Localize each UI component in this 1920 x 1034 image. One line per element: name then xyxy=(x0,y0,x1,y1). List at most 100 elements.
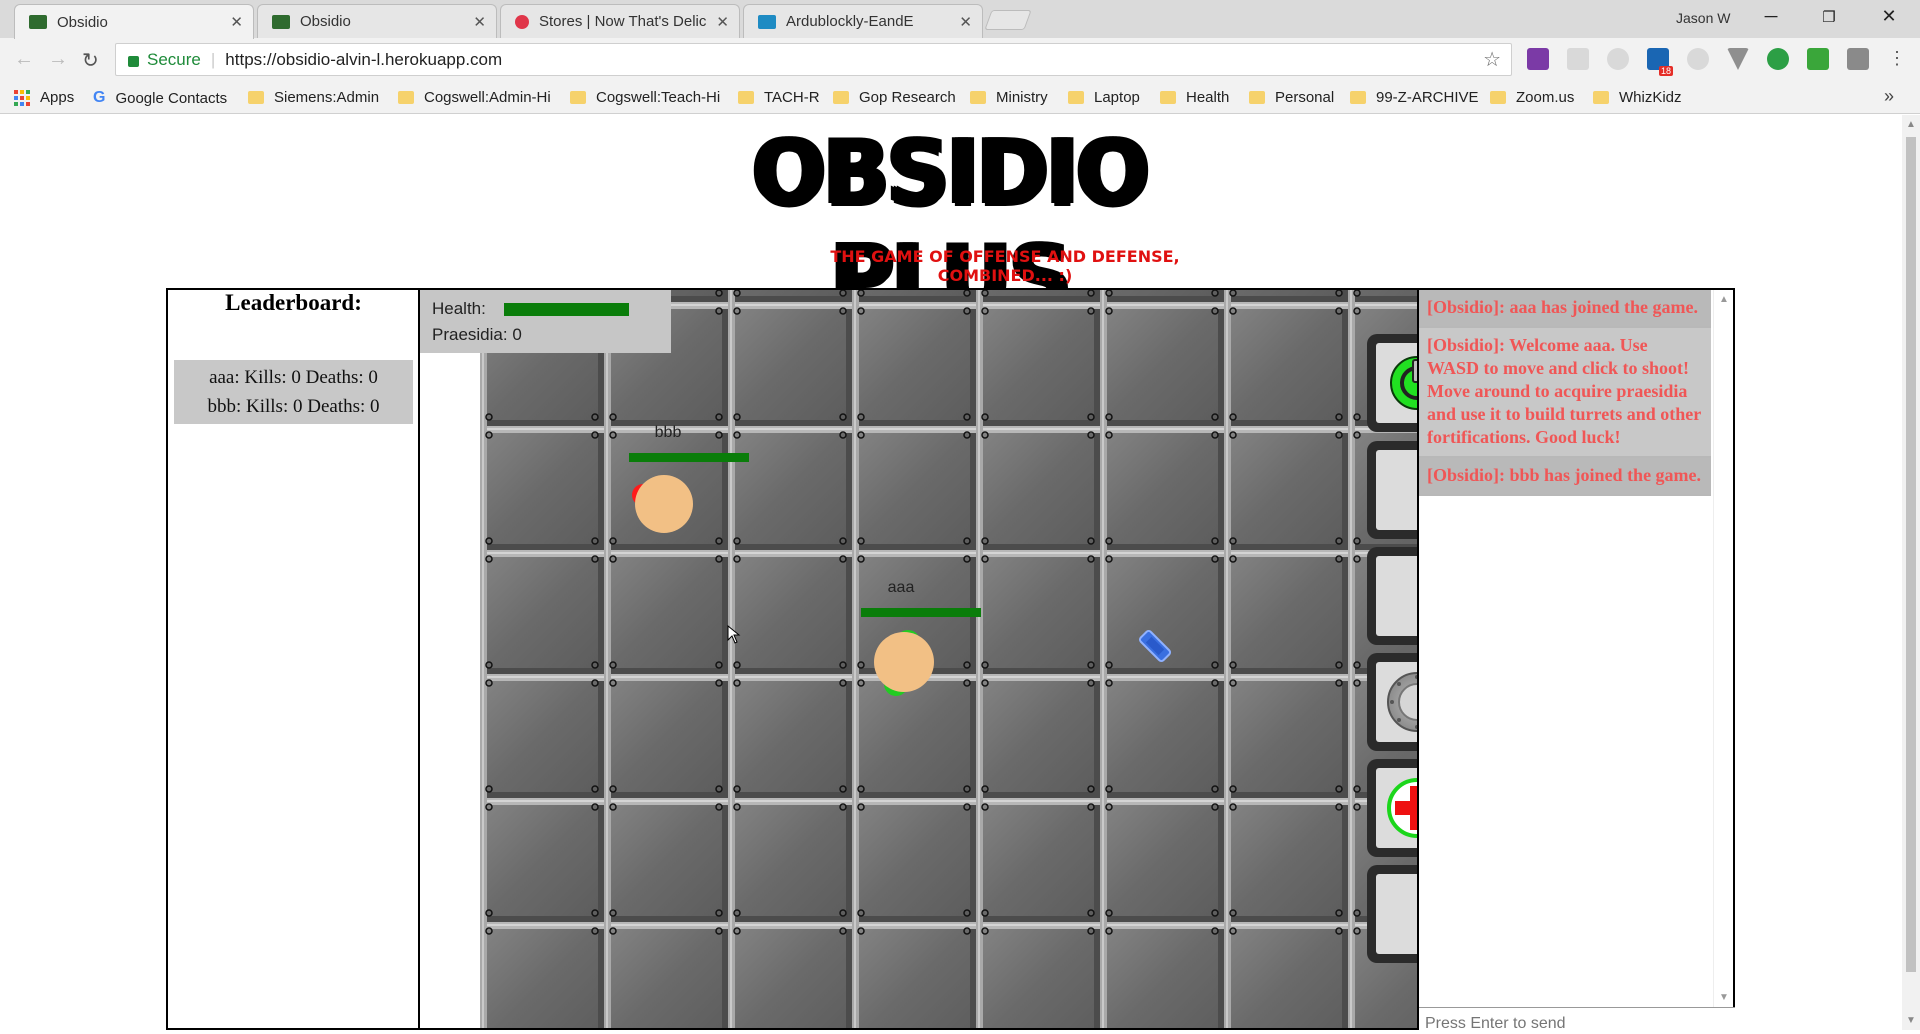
reload-icon[interactable]: ↻ xyxy=(82,48,99,73)
extension-icon[interactable] xyxy=(1567,48,1589,70)
game-subtitle: THE GAME OF OFFENSE AND DEFENSE, COMBINE… xyxy=(830,247,1180,285)
bookmark-label: WhizKidz xyxy=(1619,89,1682,106)
bookmark-folder[interactable]: Cogswell:Admin-Hi xyxy=(398,89,551,106)
folder-icon xyxy=(833,91,849,104)
build-slot-inner xyxy=(1376,450,1417,530)
folder-icon xyxy=(1068,91,1084,104)
build-slot-inner xyxy=(1376,662,1417,742)
ardublockly-favicon-icon xyxy=(758,14,776,29)
page-scrollbar[interactable]: ▲ ▼ xyxy=(1902,115,1920,1030)
chat-message: [Obsidio]: Welcome aaa. Use WASD to move… xyxy=(1419,328,1711,458)
folder-icon xyxy=(570,91,586,104)
bookmark-label: Cogswell:Teach-Hi xyxy=(596,89,721,106)
praesidia-count: Praesidia: 0 xyxy=(432,325,522,344)
build-slot-health[interactable] xyxy=(1367,759,1417,857)
new-tab-button[interactable] xyxy=(984,10,1032,30)
secure-label: Secure xyxy=(147,49,201,69)
bookmark-folder[interactable]: 99-Z-ARCHIVE xyxy=(1350,89,1479,106)
build-slot-empty[interactable] xyxy=(1367,441,1417,539)
scroll-up-icon[interactable]: ▲ xyxy=(1719,294,1729,305)
tab-ardublockly[interactable]: Ardublockly-EandE ✕ xyxy=(743,4,983,38)
obsidio-favicon-icon xyxy=(29,15,47,29)
bookmark-folder[interactable]: Cogswell:Teach-Hi xyxy=(570,89,720,106)
bookmark-apps[interactable]: Apps xyxy=(14,89,74,106)
tab-obsidio[interactable]: Obsidio ✕ xyxy=(257,4,497,38)
leaderboard-panel: Leaderboard: aaa: Kills: 0 Deaths: 0 bbb… xyxy=(166,288,419,1030)
bookmark-label: Google Contacts xyxy=(115,89,228,107)
bookmark-folder[interactable]: Zoom.us xyxy=(1490,89,1574,106)
build-slot-empty[interactable] xyxy=(1367,547,1417,645)
tab-title: Obsidio xyxy=(57,13,108,31)
bookmark-folder[interactable]: Personal xyxy=(1249,89,1334,106)
extension-icon[interactable] xyxy=(1687,48,1709,70)
address-bar[interactable]: Secure | https://obsidio-alvin-l.herokua… xyxy=(115,43,1512,76)
forward-icon[interactable]: → xyxy=(48,48,68,71)
google-icon: G xyxy=(93,89,106,106)
leaderboard-entry: bbb: Kills: 0 Deaths: 0 xyxy=(207,396,380,417)
bookmark-folder[interactable]: Gop Research xyxy=(833,89,956,106)
build-slot-inner xyxy=(1376,874,1417,954)
page-content: OBSIDIO PLUS THE GAME OF OFFENSE AND DEF… xyxy=(0,115,1902,1034)
bookmark-label: Zoom.us xyxy=(1516,89,1575,106)
health-label: Health: xyxy=(432,299,486,318)
evernote-extension-icon[interactable] xyxy=(1767,48,1789,70)
close-tab-icon[interactable]: ✕ xyxy=(473,13,486,31)
folder-icon xyxy=(1490,91,1506,104)
bookmark-folder[interactable]: TACH-R xyxy=(738,89,820,106)
bookmark-folder[interactable]: Laptop xyxy=(1068,89,1140,106)
tab-title: Obsidio xyxy=(300,13,351,30)
linkedin-extension-icon[interactable]: 18 xyxy=(1647,48,1673,76)
tab-stores[interactable]: Stores | Now That's Delic ✕ xyxy=(500,4,740,38)
bookmarks-overflow-icon[interactable]: » xyxy=(1884,86,1894,107)
bookmark-folder[interactable]: WhizKidz xyxy=(1593,89,1682,106)
onenote-extension-icon[interactable] xyxy=(1527,48,1549,70)
bookmark-label: TACH-R xyxy=(764,89,820,106)
apps-grid-icon xyxy=(14,89,30,106)
minimize-icon[interactable]: ─ xyxy=(1756,6,1786,27)
folder-icon xyxy=(398,91,414,104)
extension-icon[interactable] xyxy=(1607,48,1629,70)
bookmark-label: Health xyxy=(1186,89,1230,106)
bookmark-label: 99-Z-ARCHIVE xyxy=(1376,89,1479,106)
close-tab-icon[interactable]: ✕ xyxy=(716,13,729,31)
profile-name[interactable]: Jason W xyxy=(1676,10,1730,26)
build-slot-turret[interactable] xyxy=(1367,653,1417,751)
cors-extension-icon[interactable] xyxy=(1807,48,1829,70)
obsidio-favicon-icon xyxy=(272,14,290,29)
menu-icon[interactable]: ⋮ xyxy=(1888,48,1906,69)
bookmark-folder[interactable]: Siemens:Admin xyxy=(248,89,379,106)
restore-icon[interactable]: ❐ xyxy=(1814,8,1844,26)
back-icon[interactable]: ← xyxy=(14,48,34,71)
leaderboard-entry: aaa: Kills: 0 Deaths: 0 xyxy=(209,367,378,388)
tab-title: Stores | Now That's Delic xyxy=(539,13,707,30)
bookmark-folder[interactable]: Health xyxy=(1160,89,1229,106)
leaderboard-title: Leaderboard: xyxy=(225,290,362,315)
bookmark-star-icon[interactable]: ☆ xyxy=(1483,47,1501,72)
power-button-icon xyxy=(1390,356,1417,410)
folder-icon xyxy=(1249,91,1265,104)
leaderboard-list: aaa: Kills: 0 Deaths: 0 bbb: Kills: 0 De… xyxy=(174,360,413,424)
scroll-down-icon[interactable]: ▼ xyxy=(1719,992,1729,1003)
tab-obsidio-active[interactable]: Obsidio ✕ xyxy=(14,4,254,39)
player-hud: Health: Praesidia: 0 xyxy=(420,290,671,353)
scroll-up-icon[interactable]: ▲ xyxy=(1906,119,1916,130)
scroll-down-icon[interactable]: ▼ xyxy=(1906,1015,1916,1026)
bookmark-folder[interactable]: Ministry xyxy=(970,89,1048,106)
player-bbb-avatar xyxy=(632,475,693,533)
extension-icon[interactable] xyxy=(1847,48,1869,70)
game-arena[interactable]: bbb aaa xyxy=(480,290,1417,1028)
close-tab-icon[interactable]: ✕ xyxy=(230,13,243,31)
build-slot-power[interactable] xyxy=(1367,334,1417,432)
close-tab-icon[interactable]: ✕ xyxy=(959,13,972,31)
turret-gear-icon xyxy=(1387,672,1417,732)
build-slot-empty[interactable] xyxy=(1367,865,1417,963)
chat-panel: [Obsidio]: aaa has joined the game. [Obs… xyxy=(1419,288,1735,1034)
game-canvas[interactable]: Health: Praesidia: 0 bbb aaa xyxy=(418,288,1419,1030)
scrollbar-thumb[interactable] xyxy=(1906,137,1916,972)
vimeo-extension-icon[interactable] xyxy=(1727,48,1749,70)
bookmark-google-contacts[interactable]: G Google Contacts xyxy=(93,89,227,107)
url-text: https://obsidio-alvin-l.herokuapp.com xyxy=(225,49,503,69)
chat-scrollbar[interactable]: ▲ ▼ xyxy=(1713,290,1733,1007)
chat-log: [Obsidio]: aaa has joined the game. [Obs… xyxy=(1419,290,1711,1007)
close-window-icon[interactable]: ✕ xyxy=(1874,6,1904,27)
